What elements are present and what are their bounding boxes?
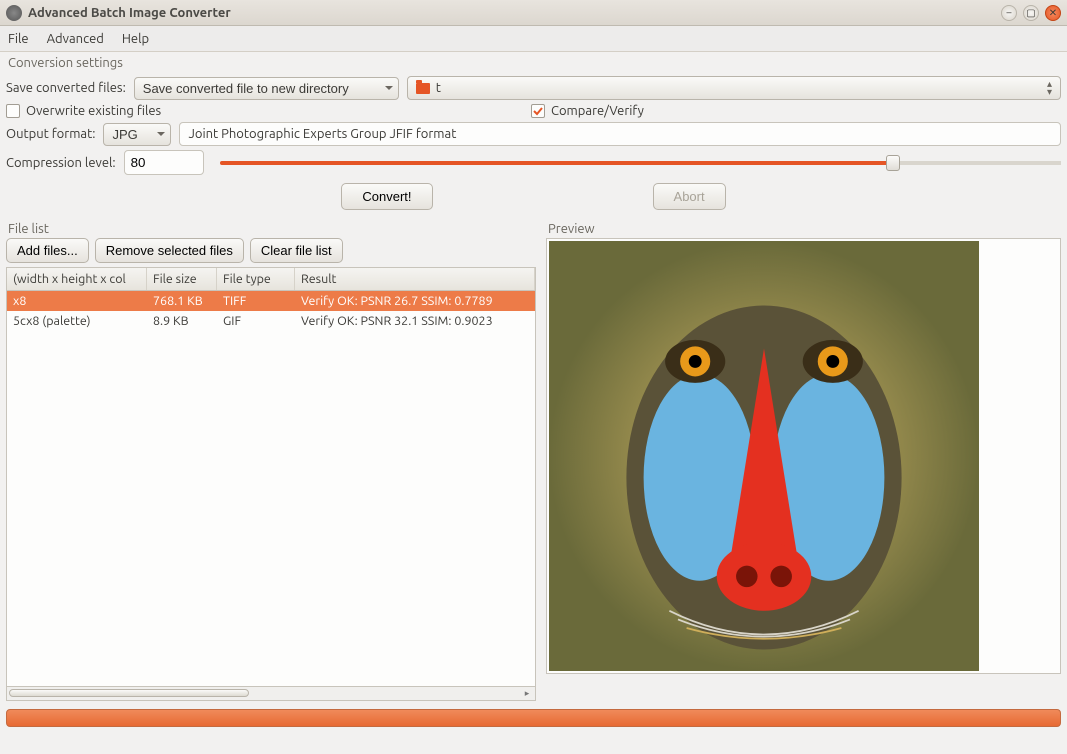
convert-button[interactable]: Convert! — [341, 183, 432, 210]
output-format-label: Output format: — [6, 127, 95, 141]
menu-file[interactable]: File — [8, 32, 29, 46]
table-row[interactable]: 5cx8 (palette) 8.9 KB GIF Verify OK: PSN… — [7, 311, 535, 331]
output-directory-name: t — [436, 81, 441, 95]
maximize-button[interactable]: ▢ — [1023, 5, 1039, 21]
minimize-button[interactable]: – — [1001, 5, 1017, 21]
file-table[interactable]: (width x height x col File size File typ… — [6, 267, 536, 687]
slider-thumb[interactable] — [886, 155, 900, 171]
add-files-button[interactable]: Add files... — [6, 238, 89, 263]
col-result[interactable]: Result — [295, 268, 535, 290]
menu-advanced[interactable]: Advanced — [47, 32, 104, 46]
save-mode-select[interactable]: Save converted file to new directory — [134, 77, 399, 100]
compression-input[interactable] — [124, 150, 204, 175]
close-button[interactable]: ✕ — [1045, 5, 1061, 21]
col-filetype[interactable]: File type — [217, 268, 295, 290]
settings-heading: Conversion settings — [6, 52, 1061, 72]
scrollbar-thumb[interactable] — [9, 689, 249, 697]
menu-help[interactable]: Help — [122, 32, 149, 46]
window-title: Advanced Batch Image Converter — [28, 6, 231, 20]
app-icon — [6, 5, 22, 21]
progress-bar — [6, 709, 1061, 727]
chevron-updown-icon: ▴▾ — [1047, 80, 1052, 96]
output-format-description: Joint Photographic Experts Group JFIF fo… — [179, 122, 1061, 146]
horizontal-scrollbar[interactable]: ▸ — [6, 687, 536, 701]
filelist-heading: File list — [6, 218, 536, 238]
preview-heading: Preview — [546, 218, 1061, 238]
compare-verify-checkbox[interactable] — [531, 104, 545, 118]
titlebar: Advanced Batch Image Converter – ▢ ✕ — [0, 0, 1067, 26]
table-row[interactable]: x8 768.1 KB TIFF Verify OK: PSNR 26.7 SS… — [7, 291, 535, 311]
preview-panel — [546, 238, 1061, 674]
menubar: File Advanced Help — [0, 26, 1067, 52]
compression-label: Compression level: — [6, 156, 116, 170]
overwrite-label: Overwrite existing files — [26, 104, 161, 118]
output-directory-picker[interactable]: t ▴▾ — [407, 76, 1061, 100]
table-header: (width x height x col File size File typ… — [7, 268, 535, 291]
overwrite-checkbox[interactable] — [6, 104, 20, 118]
compression-slider[interactable] — [220, 161, 1061, 165]
scroll-right-icon[interactable]: ▸ — [521, 689, 533, 697]
output-format-select[interactable]: JPG — [103, 123, 171, 146]
remove-files-button[interactable]: Remove selected files — [95, 238, 244, 263]
abort-button[interactable]: Abort — [653, 183, 726, 210]
clear-files-button[interactable]: Clear file list — [250, 238, 343, 263]
compare-verify-label: Compare/Verify — [551, 104, 644, 118]
preview-image — [549, 241, 979, 671]
save-mode-label: Save converted files: — [6, 81, 126, 95]
folder-icon — [416, 83, 430, 94]
col-filesize[interactable]: File size — [147, 268, 217, 290]
col-dimensions[interactable]: (width x height x col — [7, 268, 147, 290]
